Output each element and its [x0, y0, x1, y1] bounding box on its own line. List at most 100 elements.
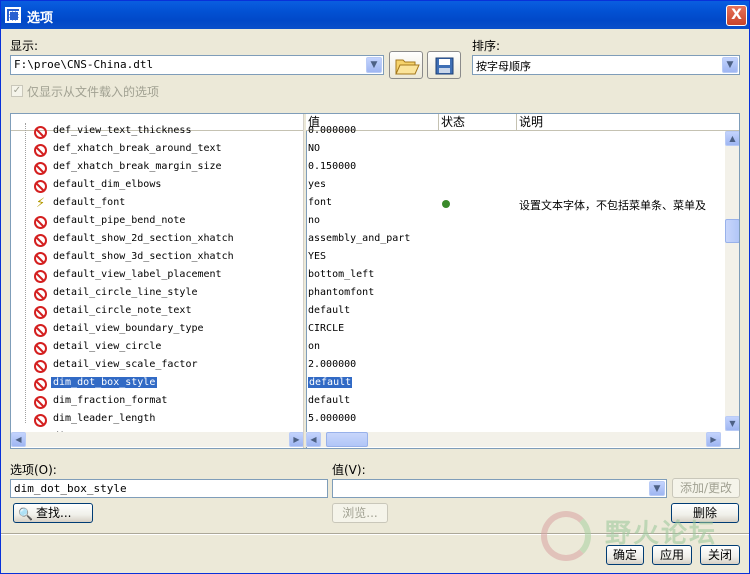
scroll-right-icon[interactable]: ▶ [289, 432, 304, 447]
add-change-button[interactable]: 添加/更改 [672, 478, 740, 498]
option-row[interactable]: def_xhatch_break_margin_size [11, 159, 304, 177]
option-value-row[interactable]: CIRCLE [306, 321, 721, 339]
no-icon [34, 216, 47, 229]
browse-button[interactable]: 浏览... [332, 503, 388, 523]
option-value-row[interactable]: 0.000000 [306, 123, 721, 141]
option-row[interactable]: dim_leader_length [11, 411, 304, 429]
option-name-input[interactable]: dim_dot_box_style [10, 479, 328, 498]
option-value-pane: 值 状态 说明 0.000000 NO 0.150000 yes font 设置文本字体，… [306, 114, 739, 448]
option-value-row[interactable]: font 设置文本字体，不包括菜单条、菜单及 [306, 195, 721, 213]
option-value-row[interactable]: 5.000000 [306, 411, 721, 429]
no-icon [34, 144, 47, 157]
option-row[interactable]: default_show_3d_section_xhatch [11, 249, 304, 267]
option-row[interactable]: detail_circle_note_text [11, 303, 304, 321]
vertical-scrollbar[interactable]: ▲ ▼ [725, 131, 739, 431]
only-loaded-checkbox[interactable]: ✓ [11, 85, 23, 97]
option-value-row[interactable]: phantomfont [306, 285, 721, 303]
horizontal-scrollbar-left[interactable]: ◀ ▶ [11, 432, 304, 447]
option-name: def_xhatch_break_around_text [53, 143, 222, 154]
options-table: def_view_text_thickness def_xhatch_break_… [10, 113, 740, 449]
display-file-value: F:\proe\CNS-China.dtl [14, 58, 154, 71]
option-value: default [308, 305, 350, 316]
no-icon [34, 324, 47, 337]
only-loaded-label: 仅显示从文件载入的选项 [27, 85, 160, 99]
scroll-left-icon[interactable]: ◀ [306, 432, 321, 447]
horizontal-scrollbar-right[interactable]: ◀ ▶ [306, 432, 721, 447]
sort-order-combo[interactable]: 按字母顺序 ▼ [472, 55, 740, 75]
display-label: 显示: [10, 39, 39, 53]
option-value-row[interactable]: default [306, 393, 721, 411]
option-value-row[interactable]: NO [306, 141, 721, 159]
no-icon [34, 378, 47, 391]
find-button[interactable]: 🔍 查找... [13, 503, 93, 523]
no-icon [34, 270, 47, 283]
option-value-combo[interactable]: ▼ [332, 479, 667, 498]
option-value-row[interactable]: default [306, 375, 721, 393]
title-bar[interactable]: 选项 X [1, 1, 749, 29]
option-row[interactable]: dim_fraction_format [11, 393, 304, 411]
option-row[interactable]: detail_view_circle [11, 339, 304, 357]
chevron-down-icon[interactable]: ▼ [649, 481, 665, 496]
vertical-scroll-thumb[interactable] [725, 219, 739, 243]
option-value-text: default [308, 395, 351, 406]
open-file-button[interactable] [389, 51, 423, 79]
option-value-text: 2.000000 [308, 359, 357, 370]
option-value: NO [308, 143, 320, 154]
sort-order-value: 按字母顺序 [476, 60, 531, 73]
option-value-text: 0.000000 [308, 125, 357, 136]
option-value: assembly_and_part [308, 233, 410, 244]
option-value: default [308, 377, 353, 388]
option-value: yes [308, 179, 326, 190]
no-icon [34, 162, 47, 175]
horizontal-scroll-thumb[interactable] [326, 432, 368, 447]
chevron-down-icon[interactable]: ▼ [722, 57, 738, 73]
option-value-row[interactable]: yes [306, 177, 721, 195]
option-row[interactable]: default_show_2d_section_xhatch [11, 231, 304, 249]
bolt-icon: ⚡ [36, 196, 46, 211]
option-row[interactable]: detail_view_scale_factor [11, 357, 304, 375]
scroll-right-icon[interactable]: ▶ [706, 432, 721, 447]
option-row[interactable]: ⚡ default_font [11, 195, 304, 213]
option-value-row[interactable]: bottom_left [306, 267, 721, 285]
ok-button[interactable]: 确定 [606, 545, 644, 565]
option-row[interactable]: detail_circle_line_style [11, 285, 304, 303]
display-file-combo[interactable]: F:\proe\CNS-China.dtl ▼ [10, 55, 384, 75]
save-file-button[interactable] [427, 51, 461, 79]
option-row[interactable]: default_pipe_bend_note [11, 213, 304, 231]
option-value-text: font [308, 197, 333, 208]
option-value-row[interactable]: 0.150000 [306, 159, 721, 177]
option-row[interactable]: default_view_label_placement [11, 267, 304, 285]
option-value-row[interactable]: 2.000000 [306, 357, 721, 375]
magnifier-icon: 🔍 [18, 507, 33, 521]
option-value-row[interactable]: no [306, 213, 721, 231]
apply-button[interactable]: 应用 [652, 545, 692, 565]
scroll-left-icon[interactable]: ◀ [11, 432, 26, 447]
option-name: detail_circle_line_style [53, 287, 198, 298]
option-name: dim_leader_length [53, 413, 156, 424]
option-name: default_show_3d_section_xhatch [53, 251, 234, 262]
watermark-logo-icon [541, 511, 591, 561]
option-row[interactable]: def_view_text_thickness [11, 123, 304, 141]
option-value: 5.000000 [308, 413, 356, 424]
option-name-input-value: dim_dot_box_style [14, 482, 127, 495]
option-name-pane: def_view_text_thickness def_xhatch_break_… [11, 114, 304, 448]
scroll-up-icon[interactable]: ▲ [725, 131, 739, 146]
option-value-row[interactable]: assembly_and_part [306, 231, 721, 249]
scroll-down-icon[interactable]: ▼ [725, 416, 739, 431]
option-row[interactable]: default_dim_elbows [11, 177, 304, 195]
option-value-row[interactable]: on [306, 339, 721, 357]
option-value-row[interactable]: YES [306, 249, 721, 267]
close-window-button[interactable]: X [726, 5, 747, 26]
option-name: default_pipe_bend_note [53, 215, 186, 226]
option-value-row[interactable]: default [306, 303, 721, 321]
chevron-down-icon[interactable]: ▼ [366, 57, 382, 73]
option-value-text: CIRCLE [308, 323, 345, 334]
option-value: YES [308, 251, 326, 262]
option-row[interactable]: dim_dot_box_style [11, 375, 304, 393]
close-button[interactable]: 关闭 [700, 545, 740, 565]
no-icon [34, 342, 47, 355]
option-row[interactable]: def_xhatch_break_around_text [11, 141, 304, 159]
option-row[interactable]: detail_view_boundary_type [11, 321, 304, 339]
no-icon [34, 180, 47, 193]
option-value-text: 5.000000 [308, 413, 357, 424]
